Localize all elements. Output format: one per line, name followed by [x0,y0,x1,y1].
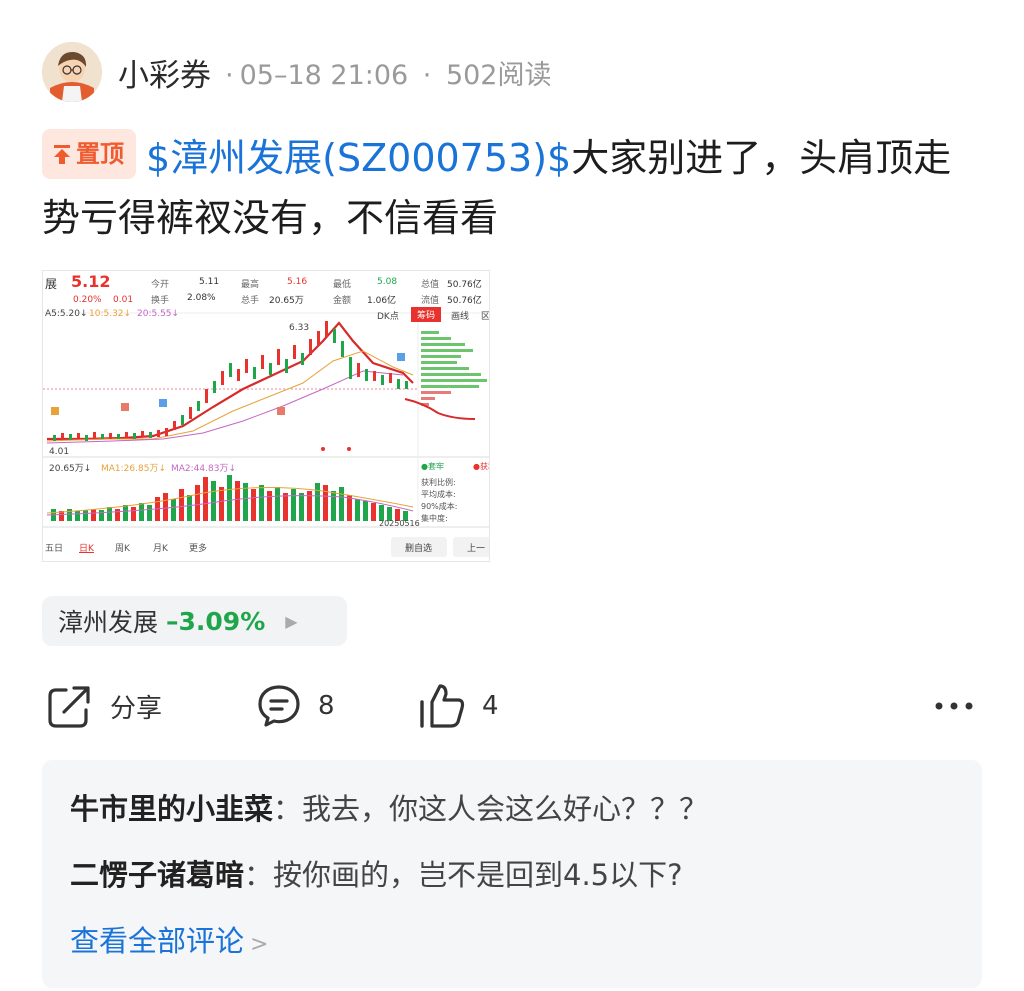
like-count: 4 [482,691,499,721]
post-header: 小彩券 · 05–18 21:06 · 502阅读 [42,42,552,102]
turnover-value: 2.08% [187,293,216,303]
stock-tag-change: –3.09% [166,606,266,636]
low-label: 最低 [333,280,352,290]
tab-draw[interactable]: 画线 [451,309,469,322]
chip-legend-b: ●获利 [473,462,489,471]
comment-icon [258,685,300,727]
volume-label: 总手 [241,296,260,306]
share-icon [48,686,90,728]
read-count: 502阅读 [445,59,552,91]
stock-link[interactable]: $漳州发展(SZ000753)$ [146,136,571,180]
comments-preview: 牛市里的小韭菜：我去，你这人会这么好心？？？ 二愣子诸葛暗：按你画的，岂不是回到… [42,760,982,988]
stock-tag[interactable]: 漳州发展 –3.09% ▶ [42,596,347,646]
period-tab-week[interactable]: 周K [115,541,130,554]
view-all-label: 查看全部评论 [70,924,245,958]
float-label: 流值 [421,296,440,306]
like-button[interactable]: 4 [418,680,499,732]
ma10-label: 10:5.32↓ [89,309,132,319]
chip-row: 集中度: [421,514,448,523]
view-all-comments-link[interactable]: 查看全部评论 > [70,916,954,970]
comment-text: ：按你画的，岂不是回到4.5以下? [244,858,683,892]
pin-badge: 置顶 [42,129,136,179]
chip-row: 90%成本: [421,502,458,511]
remove-watchlist-button[interactable]: 删自选 [405,541,432,554]
prev-button[interactable]: 上一 [467,541,485,554]
mktcap-label: 总值 [421,280,440,290]
period-tab-month[interactable]: 月K [153,541,168,554]
float-value: 50.76亿 [447,296,482,306]
open-label: 今开 [151,280,170,290]
volume-value: 20.65万 [269,296,304,306]
chip-legend-a: ●套牢 [421,462,444,471]
volume-bars [51,475,408,521]
pin-icon [54,145,70,164]
ma5-label: A5:5.20↓ [45,309,88,319]
comment-text: ：我去，你这人会这么好心？？？ [273,792,709,826]
high-label: 最高 [241,280,260,290]
chart-change-pct: 0.20% [73,295,102,305]
share-button[interactable]: 分享 [46,680,162,732]
comment-item[interactable]: 二愣子诸葛暗：按你画的，岂不是回到4.5以下? [70,850,954,916]
tab-chip[interactable]: 筹码 [411,307,442,322]
chip-distribution [421,331,487,406]
candlesticks [53,321,408,441]
open-value: 5.11 [199,277,220,287]
vol-ma1-label: MA1:26.85万↓ [101,464,166,474]
vol-ma2-label: MA2:44.83万↓ [171,464,236,474]
kline-chart-image[interactable]: 展 5.12 0.20% 0.01 今开 5.11 换手 2.08% 最高 5.… [42,270,490,562]
chevron-right-icon: > [250,932,269,957]
period-tab-5day[interactable]: 五日 [45,541,63,554]
more-icon [935,702,973,710]
tab-more[interactable]: 区 [481,309,489,322]
post-meta: · 05–18 21:06 · 502阅读 [225,59,552,91]
avatar[interactable] [42,42,102,102]
vol-label: 20.65万↓ [49,464,92,474]
chart-change-amt: 0.01 [113,295,134,305]
chip-row: 平均成本: [421,490,456,499]
stock-tag-name: 漳州发展 [58,608,159,637]
comment-button[interactable]: 8 [256,680,335,732]
chart-price: 5.12 [71,272,111,291]
low-value: 5.08 [377,277,398,287]
share-label: 分享 [110,693,163,724]
chip-row: 获利比例: [421,478,456,487]
turnover-label: 换手 [151,296,170,306]
peak-label: 6.33 [289,323,310,333]
ma20-label: 20:5.55↓ [137,309,180,319]
mktcap-value: 50.76亿 [447,280,482,290]
thumbs-up-icon [420,684,465,728]
chart-stock-name: 展 [45,277,58,291]
comment-user[interactable]: 牛市里的小韭菜 [70,792,273,826]
pin-label: 置顶 [76,140,124,168]
dk-button[interactable]: DK点 [377,309,399,322]
low-mark-label: 4.01 [49,447,70,457]
comment-item[interactable]: 牛市里的小韭菜：我去，你这人会这么好心？？？ [70,784,954,850]
amount-label: 金额 [333,296,352,306]
more-button[interactable] [934,680,974,732]
comment-user[interactable]: 二愣子诸葛暗 [70,858,244,892]
chart-date: 20250516 [379,519,420,528]
high-value: 5.16 [287,277,308,287]
post-content: 置顶 $漳州发展(SZ000753)$大家别进了，头肩顶走势亏得裤衩没有，不信看… [42,128,982,248]
action-bar: 分享 8 4 [46,680,976,732]
chevron-right-icon: ▶ [285,611,298,631]
post-time: 05–18 21:06 [239,59,409,91]
period-tab-more[interactable]: 更多 [189,541,207,554]
amount-value: 1.06亿 [367,296,397,306]
author-name[interactable]: 小彩券 [118,50,211,95]
comment-count: 8 [318,691,335,721]
period-tab-day[interactable]: 日K [79,541,94,554]
